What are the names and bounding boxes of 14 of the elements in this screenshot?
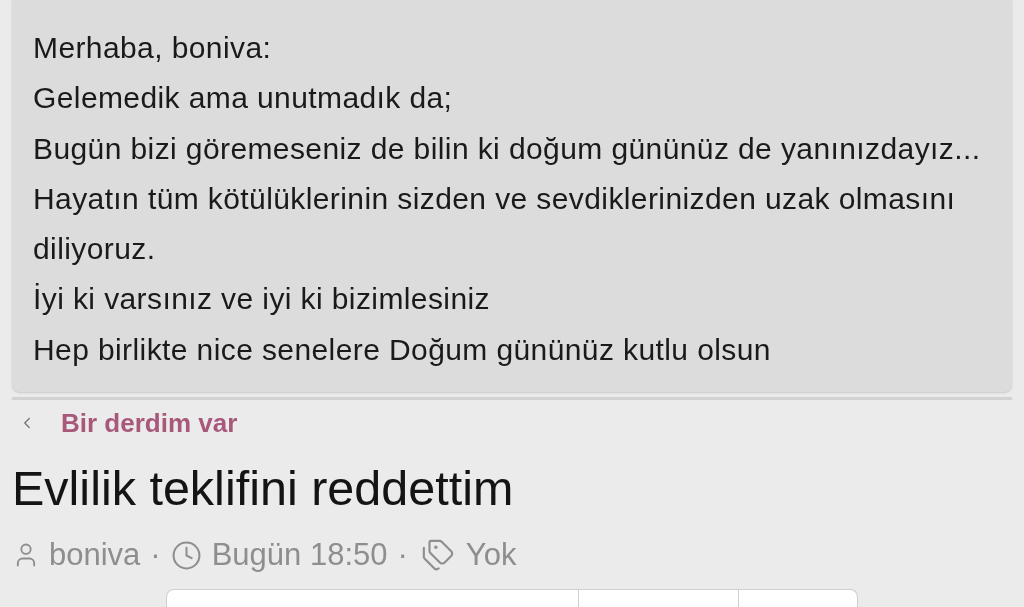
- message-text: Gelemedik ama unutmadık da;: [33, 80, 454, 117]
- separator-dot: ·: [397, 535, 408, 574]
- clock-icon: [170, 539, 202, 571]
- thread-title: Evlilik teklifini reddettim: [12, 460, 514, 517]
- separator-dot: ·: [150, 535, 161, 574]
- message-text: Hep birlikte nice senelere Doğum gününüz kutlu olsun: [33, 331, 772, 368]
- message-text: İyi ki varsınız ve iyi ki bizimlesiniz: [33, 281, 491, 318]
- author-name[interactable]: boniva: [49, 531, 141, 579]
- message-text: Merhaba, boniva:: [33, 30, 273, 66]
- tags-value: Yok: [465, 535, 517, 574]
- breadcrumb-link[interactable]: Bir derdim var: [61, 403, 238, 443]
- message-text: Bugün bizi göremeseniz de bilin ki doğum gününüz de yanınızdayız...: [33, 130, 982, 167]
- post-time: Bugün 18:50: [211, 535, 388, 574]
- message-text: Hayatın tüm kötülüklerinin sizden ve sevdiklerinizden uzak olmasını diliyoruz.: [33, 180, 957, 268]
